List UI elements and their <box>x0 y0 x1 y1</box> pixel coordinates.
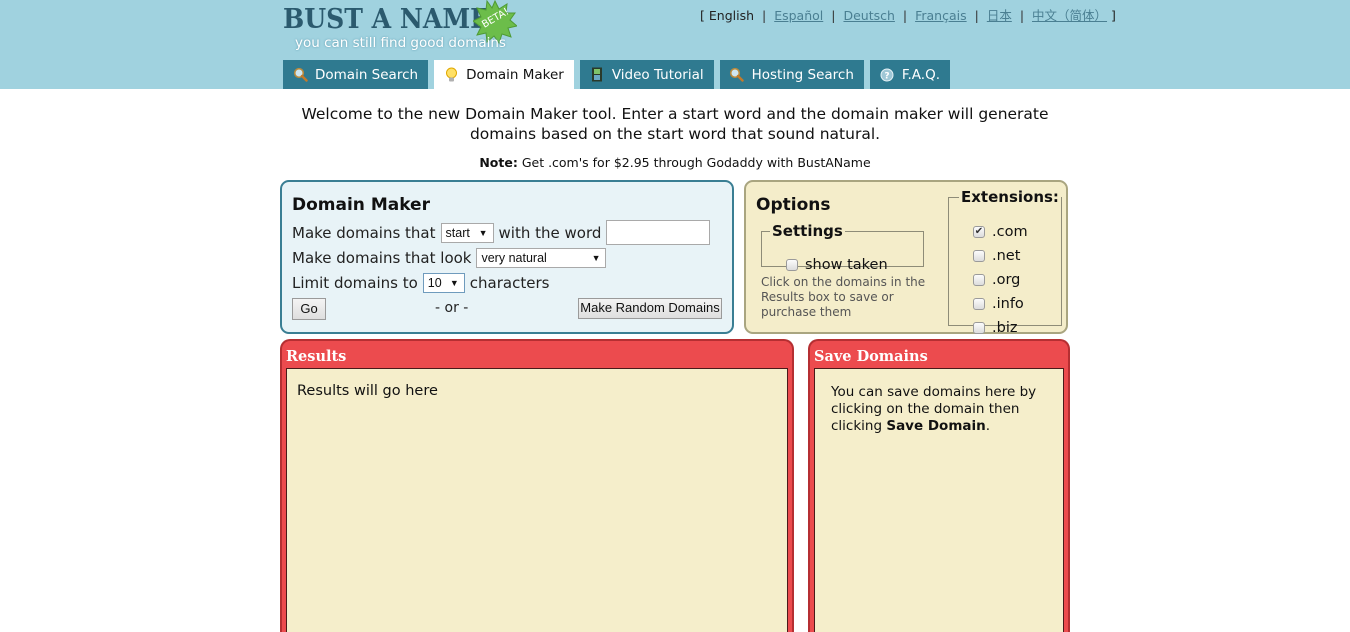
extensions-legend: Extensions: <box>961 188 1059 206</box>
logo-title: BUST A NAME <box>283 4 490 35</box>
checkbox-icon <box>973 298 985 310</box>
limit-select[interactable]: 10 ▼ <box>422 273 465 293</box>
lang-chinese[interactable]: 中文（简体） <box>1032 8 1107 23</box>
options-panel: Options Settings show taken Click on the… <box>744 180 1068 336</box>
save-domains-panel: Save Domains You can save domains here b… <box>808 339 1070 632</box>
note-text: Get .com's for $2.95 through Godaddy wit… <box>517 155 871 170</box>
chevron-down-icon: ▼ <box>478 227 488 238</box>
checkbox-icon <box>973 322 985 334</box>
tab-label: Hosting Search <box>751 66 854 83</box>
separator: | <box>762 8 767 23</box>
tab-label: F.A.Q. <box>901 66 941 83</box>
select-value: start <box>445 225 470 240</box>
select-value: very natural <box>481 251 547 265</box>
start-word-row: Make domains that start ▼ with the word <box>292 220 711 245</box>
label: Make domains that look <box>292 249 472 267</box>
checkbox-icon <box>973 274 985 286</box>
logo[interactable]: BUST A NAME BETA! you can still find goo… <box>283 0 523 54</box>
lang-spanish[interactable]: Español <box>774 8 823 23</box>
save-domains-box[interactable]: You can save domains here by clicking on… <box>814 368 1064 632</box>
panel-title: Options <box>756 195 831 215</box>
checkbox-label: .info <box>992 296 1024 312</box>
make-random-domains-button[interactable]: Make Random Domains <box>578 298 722 319</box>
main-nav: Domain Search Domain Maker Video Tutoria… <box>283 60 951 89</box>
extension-biz-checkbox[interactable]: .biz <box>973 316 1028 340</box>
save-domains-title: Save Domains <box>814 348 928 365</box>
checkbox-label: show taken <box>805 257 888 273</box>
film-icon <box>589 67 605 83</box>
or-divider: - or - <box>435 300 469 316</box>
options-help-text: Click on the domains in the Results box … <box>761 275 926 319</box>
extension-list: ✔ .com .net .org .info .biz <box>973 220 1028 340</box>
intro-text: Welcome to the new Domain Maker tool. En… <box>301 105 1049 143</box>
magnifier-icon <box>729 67 745 83</box>
lang-french[interactable]: Français <box>915 8 967 23</box>
extension-org-checkbox[interactable]: .org <box>973 268 1028 292</box>
settings-legend: Settings <box>772 222 843 240</box>
tab-label: Video Tutorial <box>611 66 704 83</box>
promo-note: Note: Get .com's for $2.95 through Godad… <box>280 155 1070 170</box>
bracket-open: [ <box>700 8 705 23</box>
note-label: Note: <box>479 155 518 170</box>
chevron-down-icon: ▼ <box>591 253 601 263</box>
results-box[interactable]: Results will go here <box>286 368 788 632</box>
separator: | <box>902 8 908 23</box>
checkbox-label: .biz <box>992 320 1018 336</box>
separator: | <box>974 8 979 23</box>
logo-tagline: you can still find good domains <box>295 35 506 51</box>
tab-label: Domain Search <box>315 66 419 83</box>
lang-english[interactable]: English <box>709 8 754 23</box>
chevron-down-icon: ▼ <box>449 278 459 288</box>
site-header: BUST A NAME BETA! you can still find goo… <box>0 0 1350 89</box>
results-title: Results <box>286 348 347 365</box>
lang-japanese[interactable]: 日本 <box>987 8 1012 23</box>
label: with the word <box>498 223 602 242</box>
separator: | <box>831 8 836 23</box>
start-word-input[interactable] <box>606 220 711 245</box>
extension-net-checkbox[interactable]: .net <box>973 244 1028 268</box>
extensions-group: Extensions: ✔ .com .net .org .info .biz <box>948 188 1062 336</box>
label: characters <box>469 274 550 292</box>
help-icon: ? <box>879 67 895 83</box>
bracket-close: ] <box>1111 8 1116 23</box>
save-domains-help: You can save domains here by clicking on… <box>831 384 1056 435</box>
label: Make domains that <box>292 223 436 242</box>
limit-row: Limit domains to 10 ▼ characters <box>292 273 549 293</box>
settings-group: Settings show taken <box>761 222 924 273</box>
select-value: 10 <box>427 276 442 290</box>
panel-title: Domain Maker <box>292 195 430 215</box>
domain-maker-panel: Domain Maker Make domains that start ▼ wi… <box>280 180 734 334</box>
look-select[interactable]: very natural ▼ <box>476 248 607 268</box>
tab-domain-maker[interactable]: Domain Maker <box>434 60 574 89</box>
go-button[interactable]: Go <box>292 298 326 320</box>
svg-text:?: ? <box>884 71 889 81</box>
tab-video-tutorial[interactable]: Video Tutorial <box>579 60 714 89</box>
lightbulb-icon <box>443 67 459 83</box>
lang-german[interactable]: Deutsch <box>843 8 894 23</box>
tab-domain-search[interactable]: Domain Search <box>283 60 429 89</box>
help-text-end: . <box>985 418 991 434</box>
position-select[interactable]: start ▼ <box>440 222 494 243</box>
tab-label: Domain Maker <box>466 66 564 83</box>
checkbox-icon <box>786 259 798 271</box>
checkbox-icon <box>973 250 985 262</box>
results-placeholder: Results will go here <box>297 383 438 399</box>
checkbox-label: .net <box>992 248 1021 264</box>
extension-info-checkbox[interactable]: .info <box>973 292 1028 316</box>
checkbox-label: .org <box>992 272 1021 288</box>
results-panel: Results Results will go here <box>280 339 794 632</box>
look-row: Make domains that look very natural ▼ <box>292 248 607 268</box>
extension-com-checkbox[interactable]: ✔ .com <box>973 220 1028 244</box>
label: Limit domains to <box>292 274 418 292</box>
show-taken-checkbox[interactable]: show taken <box>786 257 888 273</box>
checkbox-label: .com <box>992 224 1028 240</box>
separator: | <box>1019 8 1025 23</box>
help-text-bold: Save Domain <box>886 418 986 434</box>
tab-faq[interactable]: ? F.A.Q. <box>869 60 951 89</box>
tab-hosting-search[interactable]: Hosting Search <box>719 60 864 89</box>
checkbox-checked-icon: ✔ <box>973 226 985 238</box>
language-selector: [ English | Español | Deutsch | Français… <box>700 5 1116 24</box>
magnifier-icon <box>292 67 308 83</box>
